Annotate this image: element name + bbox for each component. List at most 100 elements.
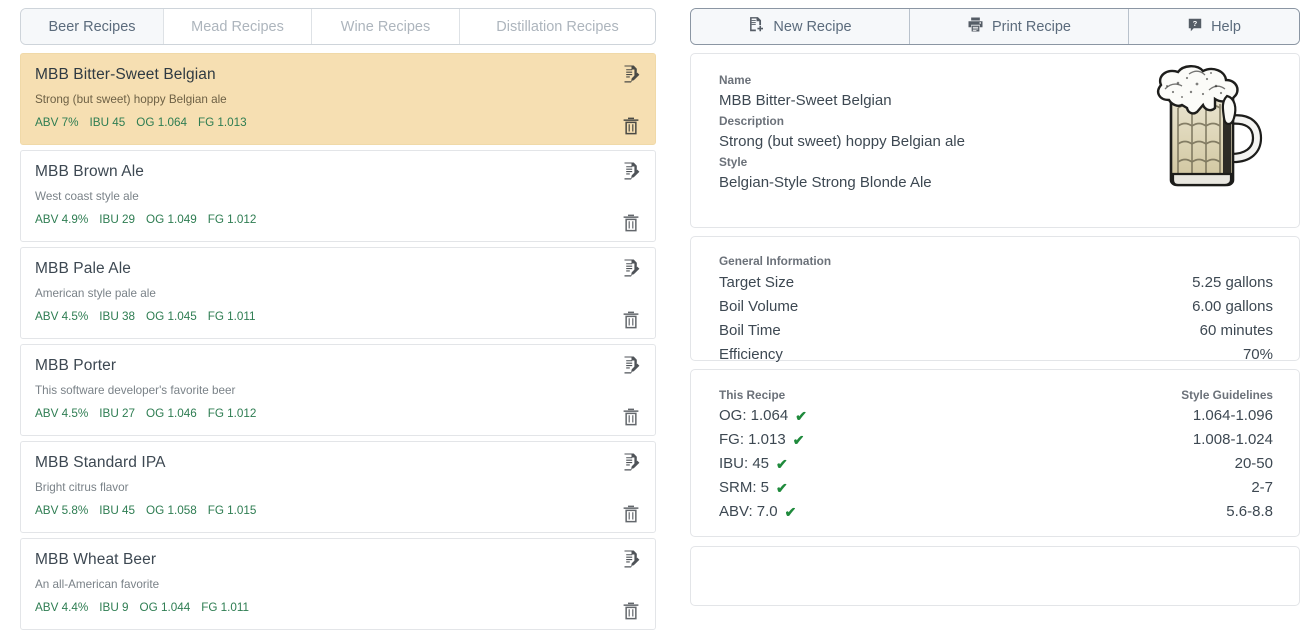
- general-info-row: Boil Volume 6.00 gallons: [719, 295, 1273, 319]
- general-info-row: Target Size 5.25 gallons: [719, 271, 1273, 295]
- recipe-ibu: IBU 27: [99, 407, 136, 420]
- recipe-list-pane: Beer Recipes Mead Recipes Wine Recipes D…: [20, 0, 656, 639]
- recipe-stats: ABV 5.8% IBU 45 OG 1.058 FG 1.015: [35, 504, 641, 518]
- recipe-list[interactable]: MBB Bitter-Sweet Belgian Strong (but swe…: [20, 53, 656, 639]
- general-info-row: Efficiency 70%: [719, 343, 1273, 367]
- recipe-list-item[interactable]: MBB Standard IPA Bright citrus flavor AB…: [20, 441, 656, 533]
- tab-label: Beer Recipes: [48, 18, 136, 35]
- target-size-label: Target Size: [719, 274, 795, 291]
- recipe-og: OG 1.049: [146, 213, 197, 226]
- stat-left: SRM: 5 ✔: [719, 476, 788, 500]
- edit-recipe-icon[interactable]: [621, 355, 641, 375]
- delete-recipe-icon[interactable]: [621, 116, 641, 136]
- og-value: OG: 1.064: [719, 407, 789, 424]
- recipe-name: MBB Wheat Beer: [35, 551, 157, 568]
- recipe-fg: FG 1.013: [197, 116, 247, 129]
- delete-recipe-icon[interactable]: [621, 310, 641, 330]
- recipe-og: OG 1.046: [146, 407, 197, 420]
- recipe-fg: FG 1.015: [207, 504, 257, 517]
- edit-recipe-icon[interactable]: [621, 64, 641, 84]
- recipe-abv: ABV 4.5%: [35, 407, 89, 420]
- recipe-identity-panel: Name MBB Bitter-Sweet Belgian Descriptio…: [690, 53, 1300, 228]
- stat-row-og: OG: 1.064 ✔ 1.064-1.096: [719, 404, 1273, 428]
- recipe-list-item[interactable]: MBB Wheat Beer An all-American favorite …: [20, 538, 656, 630]
- style-guidelines-heading: Style Guidelines: [1181, 388, 1273, 402]
- recipe-detail-pane: New Recipe Print Recipe ? Help Name MBB …: [690, 0, 1300, 639]
- tab-distillation-recipes[interactable]: Distillation Recipes: [460, 9, 655, 44]
- ibu-value: IBU: 45: [719, 455, 770, 472]
- recipe-row-actions: [621, 258, 643, 330]
- beer-mug-illustration: [1145, 64, 1275, 189]
- recipe-abv: ABV 7%: [35, 116, 79, 129]
- tab-wine-recipes[interactable]: Wine Recipes: [312, 9, 460, 44]
- new-recipe-label: New Recipe: [773, 18, 852, 35]
- recipe-og: OG 1.058: [146, 504, 197, 517]
- edit-recipe-icon[interactable]: [621, 161, 641, 181]
- delete-recipe-icon[interactable]: [621, 213, 641, 233]
- recipe-description: Strong (but sweet) hoppy Belgian ale: [35, 93, 227, 106]
- delete-recipe-icon[interactable]: [621, 504, 641, 524]
- check-icon: ✔: [784, 504, 797, 520]
- recipe-og: OG 1.064: [136, 116, 187, 129]
- stat-left: ABV: 7.0 ✔: [719, 500, 796, 524]
- stat-row-abv: ABV: 7.0 ✔ 5.6-8.8: [719, 500, 1273, 524]
- general-info-row: Boil Time 60 minutes: [719, 319, 1273, 343]
- delete-recipe-icon[interactable]: [621, 407, 641, 427]
- delete-recipe-icon[interactable]: [621, 601, 641, 621]
- recipe-actions-toolbar: New Recipe Print Recipe ? Help: [690, 8, 1300, 45]
- recipe-name: MBB Pale Ale: [35, 260, 131, 277]
- edit-recipe-icon[interactable]: [621, 258, 641, 278]
- recipe-name: MBB Brown Ale: [35, 163, 144, 180]
- check-icon: ✔: [776, 456, 788, 472]
- recipe-list-item[interactable]: MBB Bitter-Sweet Belgian Strong (but swe…: [20, 53, 656, 145]
- recipe-ibu: IBU 9: [99, 601, 129, 614]
- recipe-description: Bright citrus flavor: [35, 481, 129, 494]
- edit-recipe-icon[interactable]: [621, 549, 641, 569]
- recipe-row-actions: [621, 161, 643, 233]
- efficiency-value: 70%: [1242, 346, 1273, 363]
- ibu-guideline: 20-50: [1234, 455, 1273, 472]
- recipe-abv: ABV 4.9%: [35, 213, 89, 226]
- target-size-value: 5.25 gallons: [1192, 274, 1273, 291]
- check-icon: ✔: [792, 432, 805, 448]
- abv-value: ABV: 7.0: [719, 503, 778, 520]
- recipe-list-item[interactable]: MBB Brown Ale West coast style ale ABV 4…: [20, 150, 656, 242]
- help-label: Help: [1211, 18, 1241, 35]
- recipe-list-item[interactable]: MBB Porter This software developer's fav…: [20, 344, 656, 436]
- tab-mead-recipes[interactable]: Mead Recipes: [164, 9, 312, 44]
- tab-label: Distillation Recipes: [496, 18, 619, 35]
- recipe-stats: ABV 4.4% IBU 9 OG 1.044 FG 1.011: [35, 601, 641, 615]
- recipe-description: American style pale ale: [35, 287, 156, 300]
- tab-label: Mead Recipes: [191, 18, 284, 35]
- srm-value: SRM: 5: [719, 479, 770, 496]
- recipe-ibu: IBU 29: [99, 213, 136, 226]
- recipe-stats: ABV 4.5% IBU 38 OG 1.045 FG 1.011: [35, 310, 641, 324]
- help-button[interactable]: ? Help: [1129, 9, 1299, 44]
- tab-label: Wine Recipes: [340, 18, 431, 35]
- fg-value: FG: 1.013: [719, 431, 786, 448]
- recipe-stats: ABV 4.9% IBU 29 OG 1.049 FG 1.012: [35, 213, 641, 227]
- recipe-row-actions: [621, 355, 643, 427]
- general-information-panel: General Information Target Size 5.25 gal…: [690, 236, 1300, 363]
- help-icon: ?: [1187, 17, 1203, 37]
- recipe-row-actions: [621, 64, 643, 136]
- new-recipe-icon: [748, 16, 765, 37]
- boil-volume-value: 6.00 gallons: [1192, 298, 1273, 315]
- recipe-row-actions: [621, 549, 643, 621]
- this-recipe-heading: This Recipe: [719, 388, 786, 402]
- tab-beer-recipes[interactable]: Beer Recipes: [21, 9, 164, 44]
- recipe-ibu: IBU 38: [99, 310, 136, 323]
- boil-time-value: 60 minutes: [1199, 322, 1273, 339]
- new-recipe-button[interactable]: New Recipe: [691, 9, 910, 44]
- recipe-list-item[interactable]: MBB Pale Ale American style pale ale ABV…: [20, 247, 656, 339]
- og-guideline: 1.064-1.096: [1192, 407, 1273, 424]
- recipe-abv: ABV 5.8%: [35, 504, 89, 517]
- boil-time-label: Boil Time: [719, 322, 781, 339]
- recipe-fg: FG 1.011: [201, 601, 250, 614]
- recipe-abv: ABV 4.4%: [35, 601, 89, 614]
- edit-recipe-icon[interactable]: [621, 452, 641, 472]
- next-panel-partial: [690, 546, 1300, 606]
- recipe-name: MBB Standard IPA: [35, 454, 166, 471]
- print-recipe-button[interactable]: Print Recipe: [910, 9, 1129, 44]
- stat-left: OG: 1.064 ✔: [719, 404, 807, 428]
